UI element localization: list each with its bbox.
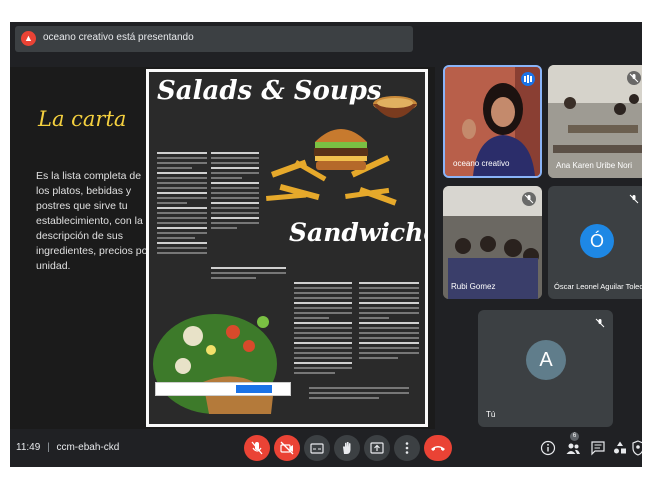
self-view-tile[interactable]: A Tú xyxy=(478,310,613,427)
speaking-indicator-icon xyxy=(521,72,535,86)
slide-body-text: Es la lista completa de los platos, bebi… xyxy=(36,170,151,272)
chat-icon xyxy=(591,441,605,456)
menu-page: Salads & Soups Sandwich xyxy=(149,72,425,424)
mic-off-icon xyxy=(251,441,263,455)
menu-heading-sandwiches: Sandwiches xyxy=(289,218,425,247)
bottom-control-bar: 11:49 | ccm-ebah-ckd 6 xyxy=(10,429,642,467)
more-options-button[interactable] xyxy=(394,435,420,461)
host-controls-button[interactable] xyxy=(630,438,642,458)
info-icon xyxy=(540,440,556,456)
people-button[interactable]: 6 xyxy=(563,432,583,458)
mic-toggle-button[interactable] xyxy=(244,435,270,461)
participant-avatar: Ó xyxy=(580,224,614,258)
self-avatar: A xyxy=(526,340,566,380)
end-call-icon xyxy=(431,446,445,451)
mic-muted-icon xyxy=(522,192,536,206)
raise-hand-button[interactable] xyxy=(334,435,360,461)
menu-text-column xyxy=(211,267,286,282)
current-time: 11:49 xyxy=(16,442,41,453)
people-icon xyxy=(566,443,580,454)
activities-button[interactable] xyxy=(610,438,630,458)
slide-title: La carta xyxy=(38,107,127,131)
activities-icon xyxy=(614,441,626,454)
menu-text-column xyxy=(359,282,419,362)
meet-window: ▲ oceano creativo está presentando La ca… xyxy=(10,22,642,467)
meeting-code: ccm-ebah-ckd xyxy=(56,442,120,453)
presenter-banner[interactable]: ▲ oceano creativo está presentando xyxy=(15,26,413,52)
shared-presentation: La carta Es la lista completa de los pla… xyxy=(10,67,435,429)
participant-tile-oceano[interactable]: oceano creativo xyxy=(443,65,542,178)
present-now-button[interactable] xyxy=(364,435,390,461)
present-icon xyxy=(370,442,384,454)
burger-image xyxy=(314,129,368,170)
meeting-info-button[interactable] xyxy=(538,438,558,458)
viewer-search-bar[interactable] xyxy=(155,382,291,396)
participant-name: oceano creativo xyxy=(453,159,510,168)
menu-text-column xyxy=(294,282,352,377)
captions-button[interactable] xyxy=(304,435,330,461)
menu-footer-text xyxy=(309,387,409,402)
menu-document: Salads & Soups Sandwich xyxy=(146,69,428,427)
participant-name: Tú xyxy=(486,410,496,419)
presenter-bar: ▲ oceano creativo está presentando xyxy=(10,22,642,57)
captions-icon xyxy=(310,443,324,454)
host-controls-icon xyxy=(632,440,642,456)
participant-name: Óscar Leonel Aguilar Toledo xyxy=(554,282,642,291)
participant-tile-rubi[interactable]: Rubi Gomez xyxy=(443,186,542,299)
viewer-search-button[interactable] xyxy=(236,385,272,393)
present-screen-icon: ▲ xyxy=(21,31,36,46)
participant-name: Rubi Gomez xyxy=(451,282,496,291)
chat-button[interactable] xyxy=(588,438,608,458)
participant-tile-oscar[interactable]: Ó Óscar Leonel Aguilar Toledo xyxy=(548,186,642,299)
menu-text-column xyxy=(157,152,207,257)
participant-name: Ana Karen Uribe Nori xyxy=(556,161,633,170)
camera-toggle-button[interactable] xyxy=(274,435,300,461)
separator: | xyxy=(47,442,50,453)
menu-heading-salads: Salads & Soups xyxy=(157,76,382,106)
presenter-text: oceano creativo está presentando xyxy=(43,32,194,43)
more-options-icon xyxy=(405,442,409,454)
mic-muted-icon xyxy=(593,316,607,330)
meeting-details: 11:49 | ccm-ebah-ckd xyxy=(16,442,119,453)
camera-off-icon xyxy=(280,441,294,455)
raise-hand-icon xyxy=(343,442,351,454)
mic-muted-icon xyxy=(627,192,641,206)
soup-bowl-image xyxy=(373,96,417,118)
mic-muted-icon xyxy=(627,71,641,85)
participant-tile-ana[interactable]: Ana Karen Uribe Nori xyxy=(548,65,642,178)
leave-call-button[interactable] xyxy=(424,435,452,461)
menu-text-column xyxy=(211,152,259,232)
